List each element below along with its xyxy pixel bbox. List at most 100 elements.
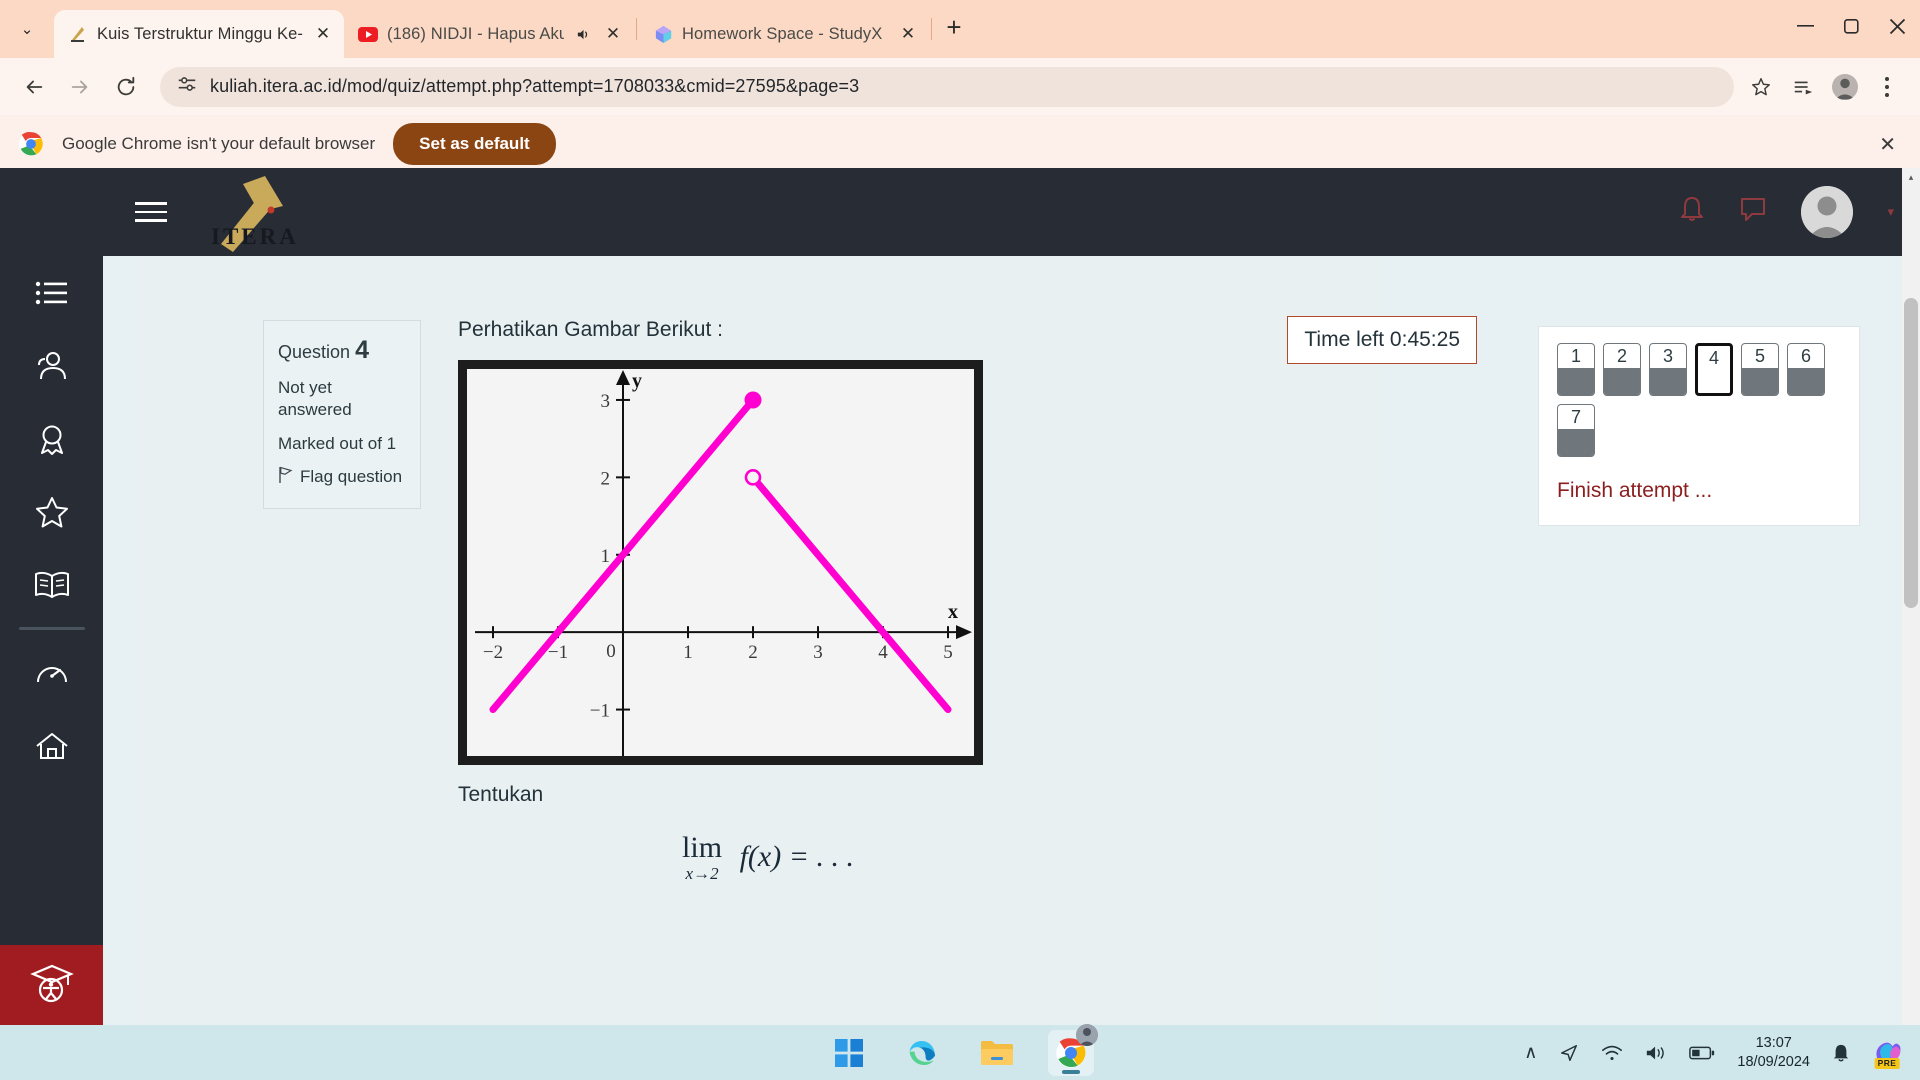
- close-icon[interactable]: ✕: [312, 23, 334, 45]
- flag-question-button[interactable]: Flag question: [278, 466, 406, 489]
- start-button[interactable]: [826, 1030, 872, 1076]
- site-settings-icon[interactable]: [176, 73, 198, 100]
- tab-title: (186) NIDJI - Hapus Aku (Li: [387, 24, 564, 43]
- svg-text:y: y: [632, 370, 642, 392]
- question-nav-button[interactable]: 5: [1741, 343, 1779, 396]
- svg-text:5: 5: [943, 642, 953, 663]
- question-nav-label: 4: [1708, 348, 1719, 368]
- window-controls: [1782, 0, 1920, 52]
- tab-audio-icon[interactable]: [573, 27, 593, 42]
- scroll-thumb[interactable]: [1904, 298, 1918, 608]
- battery-icon[interactable]: [1689, 1045, 1715, 1061]
- taskbar-edge-icon[interactable]: [900, 1030, 946, 1076]
- question-nav-label: 7: [1570, 407, 1581, 427]
- page-content: ITERA ▾ Question 4 Not yet answered Mark…: [0, 168, 1920, 1025]
- taskbar-chrome-icon[interactable]: [1048, 1023, 1098, 1076]
- question-nav-label: 1: [1570, 346, 1581, 366]
- taskbar-clock[interactable]: 13:07 18/09/2024: [1737, 1034, 1810, 1070]
- tab-title: Kuis Terstruktur Minggu Ke-3 (p: [97, 24, 303, 43]
- question-state-fill: [1788, 368, 1824, 395]
- taskbar-file-explorer-icon[interactable]: [974, 1030, 1020, 1076]
- svg-text:1: 1: [601, 546, 611, 567]
- tab-divider: [931, 18, 932, 40]
- question-status: Not yet answered: [278, 378, 352, 420]
- question-nav-label: 2: [1616, 346, 1627, 366]
- quiz-navigation-panel: 1 2 3 4 5 6 7 Finish attempt ...: [1538, 326, 1860, 526]
- default-browser-infobar: Google Chrome isn't your default browser…: [0, 115, 1920, 173]
- notification-bell-icon[interactable]: [1832, 1043, 1850, 1063]
- svg-text:−2: −2: [483, 642, 503, 663]
- location-icon[interactable]: [1559, 1043, 1579, 1063]
- sidebar-item-favorites[interactable]: [0, 475, 103, 548]
- minimize-button[interactable]: [1782, 0, 1828, 52]
- graph-canvas: x y −2 −1 0 1 2 3 4 5 −1 1 2 3: [467, 369, 974, 764]
- question-instruction: Tentukan: [458, 783, 544, 806]
- sidebar-item-courses[interactable]: [0, 548, 103, 621]
- rail-bottom-group: [0, 945, 103, 1025]
- question-number-row: Question 4: [278, 334, 406, 367]
- question-nav-button[interactable]: 6: [1787, 343, 1825, 396]
- question-prompt: Perhatikan Gambar Berikut :: [458, 318, 723, 341]
- chevron-down-icon[interactable]: ▾: [1887, 204, 1894, 220]
- question-state-fill: [1558, 429, 1594, 456]
- question-label: Question: [278, 342, 351, 362]
- sidebar-item-list[interactable]: [0, 256, 103, 329]
- volume-icon[interactable]: [1645, 1044, 1667, 1062]
- question-nav-button[interactable]: 4: [1695, 343, 1733, 396]
- infobar-close-icon[interactable]: ✕: [1879, 132, 1896, 157]
- maximize-button[interactable]: [1828, 0, 1874, 52]
- reading-list-icon[interactable]: [1790, 74, 1816, 100]
- page-scrollbar[interactable]: ▴: [1902, 168, 1920, 1025]
- close-icon[interactable]: ✕: [897, 23, 919, 45]
- topnav-actions: ▾: [1679, 186, 1894, 238]
- star-icon[interactable]: [1748, 74, 1774, 100]
- messages-icon[interactable]: [1739, 196, 1767, 229]
- limit-operator: lim x→2: [682, 833, 722, 884]
- question-nav-label: 5: [1754, 346, 1765, 366]
- sidebar-item-home[interactable]: [0, 709, 103, 782]
- close-icon[interactable]: ✕: [602, 23, 624, 45]
- question-state-fill: [1742, 368, 1778, 395]
- profile-avatar-icon[interactable]: [1832, 73, 1858, 100]
- question-nav-button[interactable]: 3: [1649, 343, 1687, 396]
- tray-overflow-icon[interactable]: ∧: [1524, 1042, 1537, 1063]
- finish-attempt-link[interactable]: Finish attempt ...: [1557, 479, 1841, 503]
- question-figure: x y −2 −1 0 1 2 3 4 5 −1 1 2 3: [458, 360, 983, 765]
- moodle-icon-rail: [0, 168, 103, 1025]
- new-tab-button[interactable]: +: [934, 7, 974, 47]
- sidebar-item-dashboard[interactable]: [0, 636, 103, 709]
- svg-text:1: 1: [683, 642, 693, 663]
- back-button[interactable]: [14, 67, 54, 107]
- question-nav-button[interactable]: 1: [1557, 343, 1595, 396]
- question-nav-button[interactable]: 7: [1557, 404, 1595, 457]
- close-window-button[interactable]: [1874, 0, 1920, 52]
- svg-text:3: 3: [601, 391, 611, 412]
- tab-kuis-terstruktur[interactable]: Kuis Terstruktur Minggu Ke-3 (p ✕: [54, 10, 344, 58]
- tab-strip: ⌄ Kuis Terstruktur Minggu Ke-3 (p ✕ (186…: [0, 0, 1920, 58]
- avatar[interactable]: [1801, 186, 1854, 238]
- address-bar[interactable]: kuliah.itera.ac.id/mod/quiz/attempt.php?…: [160, 66, 1734, 107]
- svg-text:−1: −1: [590, 701, 610, 722]
- wifi-icon[interactable]: [1601, 1044, 1623, 1062]
- forward-button[interactable]: [60, 67, 100, 107]
- reload-button[interactable]: [106, 67, 146, 107]
- question-nav-button[interactable]: 2: [1603, 343, 1641, 396]
- accessibility-graduation-icon[interactable]: [0, 945, 103, 1025]
- studyx-icon: [653, 24, 673, 44]
- kebab-menu-icon[interactable]: [1874, 74, 1900, 100]
- menu-toggle-button[interactable]: [111, 202, 191, 222]
- tab-nidji-youtube[interactable]: (186) NIDJI - Hapus Aku (Li ✕: [344, 10, 634, 58]
- windows-taskbar: ∧ 13:07 18/09/2024 PRE: [0, 1023, 1920, 1080]
- question-number-grid: 1 2 3 4 5 6 7: [1557, 343, 1841, 457]
- system-tray: ∧ 13:07 18/09/2024 PRE: [1524, 1034, 1902, 1070]
- scroll-up-arrow[interactable]: ▴: [1902, 168, 1920, 186]
- tab-search-button[interactable]: ⌄: [0, 0, 54, 58]
- set-as-default-button[interactable]: Set as default: [393, 123, 556, 165]
- notifications-icon[interactable]: [1679, 195, 1705, 230]
- question-number: 4: [355, 336, 369, 364]
- copilot-pre-icon[interactable]: PRE: [1872, 1039, 1902, 1069]
- tab-homework-space-studyx[interactable]: Homework Space - StudyX ✕: [639, 10, 929, 58]
- sidebar-item-participants[interactable]: [0, 329, 103, 402]
- svg-text:2: 2: [601, 468, 611, 489]
- sidebar-item-badges[interactable]: [0, 402, 103, 475]
